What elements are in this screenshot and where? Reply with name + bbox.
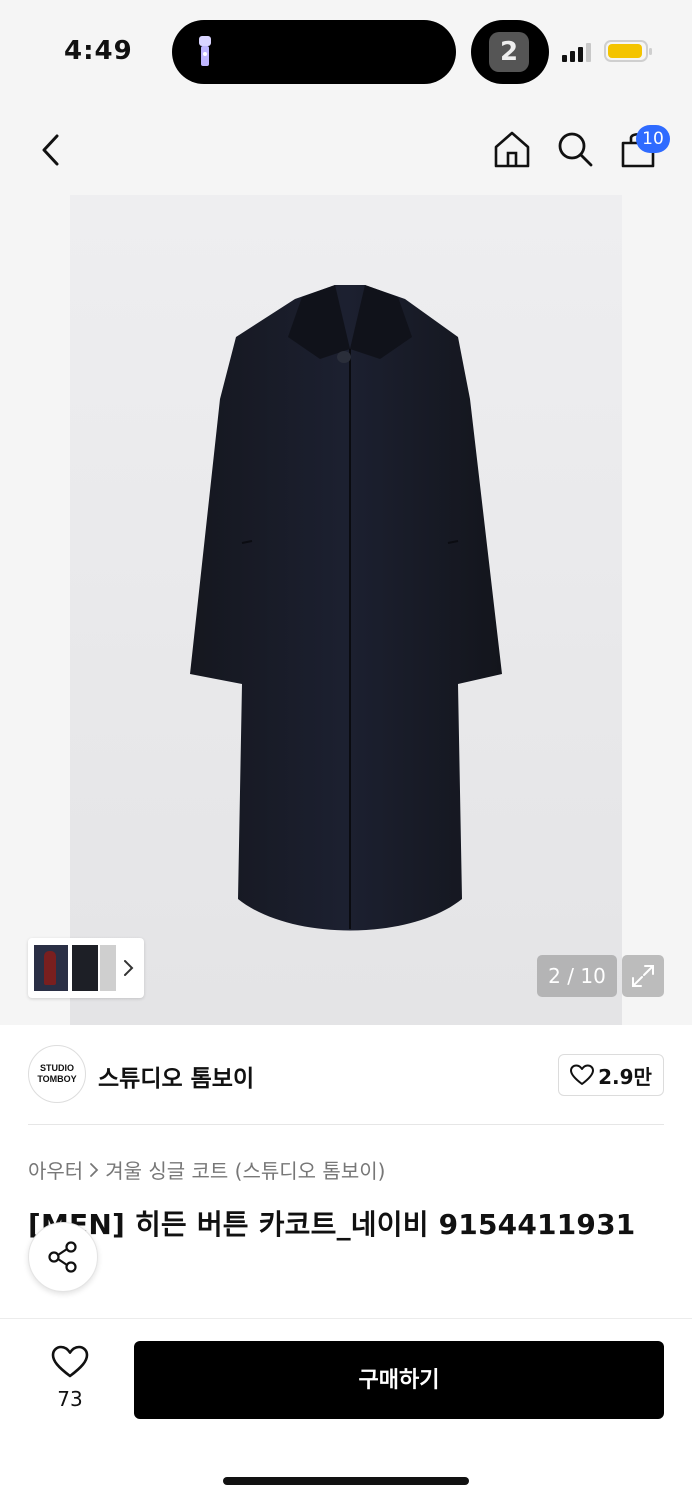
app-header: 10 — [0, 105, 692, 195]
wishlist-button[interactable]: 73 — [40, 1345, 100, 1431]
product-title: [MEN] 히든 버튼 카코트_네이비 9154411931 — [28, 1208, 636, 1241]
image-counter: 2 / 10 — [537, 955, 617, 997]
brand-logo-line2: TOMBOY — [37, 1074, 77, 1084]
divider — [28, 1124, 664, 1125]
buy-button[interactable]: 구매하기 — [134, 1341, 664, 1419]
home-button[interactable] — [490, 127, 534, 171]
wishlist-count: 73 — [57, 1387, 83, 1411]
chevron-left-icon — [42, 134, 59, 166]
chevron-right-icon — [124, 960, 134, 976]
home-icon — [494, 131, 530, 168]
status-time: 4:49 — [64, 36, 133, 66]
heart-icon — [570, 1064, 595, 1085]
bottom-action-bar: 73 구매하기 — [0, 1318, 692, 1500]
share-icon — [48, 1241, 77, 1273]
brand-row[interactable]: STUDIO TOMBOY 스튜디오 톰보이 2.9만 — [0, 1025, 692, 1125]
breadcrumb: 아우터 겨울 싱글 코트 (스튜디오 톰보이) — [28, 1155, 385, 1184]
coat-image — [190, 285, 502, 931]
dynamic-island-activity: 2 — [471, 20, 549, 84]
heart-icon — [51, 1345, 89, 1378]
share-button[interactable] — [28, 1222, 98, 1292]
thumbnail-1[interactable] — [34, 945, 68, 991]
product-gallery[interactable]: 2 / 10 — [0, 195, 692, 1025]
brand-like-count: 2.9만 — [598, 1064, 652, 1089]
search-button[interactable] — [553, 127, 597, 171]
dynamic-island — [172, 20, 456, 84]
cellular-signal-icon — [562, 43, 591, 62]
product-photo[interactable] — [70, 195, 622, 1025]
status-bar: 4:49 2 — [0, 0, 692, 105]
home-indicator[interactable] — [223, 1477, 469, 1485]
thumbnail-2[interactable] — [72, 945, 98, 991]
app-activity-badge: 2 — [489, 32, 529, 72]
breadcrumb-category[interactable]: 아우터 — [28, 1155, 83, 1184]
brand-logo-line1: STUDIO — [39, 1063, 74, 1073]
search-icon — [558, 132, 593, 167]
brand-like-button[interactable]: 2.9만 — [558, 1054, 664, 1096]
expand-icon — [632, 965, 654, 987]
back-button[interactable] — [30, 129, 70, 171]
thumbnail-3[interactable] — [100, 945, 116, 991]
brand-name[interactable]: 스튜디오 톰보이 — [98, 1059, 254, 1093]
breadcrumb-subcategory[interactable]: 겨울 싱글 코트 (스튜디오 톰보이) — [105, 1155, 385, 1184]
thumbnail-strip[interactable] — [28, 938, 144, 998]
battery-icon — [604, 40, 652, 62]
flashlight-icon — [199, 36, 211, 66]
expand-button[interactable] — [622, 955, 664, 997]
brand-logo[interactable]: STUDIO TOMBOY — [28, 1045, 86, 1103]
cart-count-badge: 10 — [636, 125, 670, 153]
thumbnail-more-button[interactable] — [122, 954, 138, 982]
chevron-right-icon — [90, 1162, 99, 1177]
